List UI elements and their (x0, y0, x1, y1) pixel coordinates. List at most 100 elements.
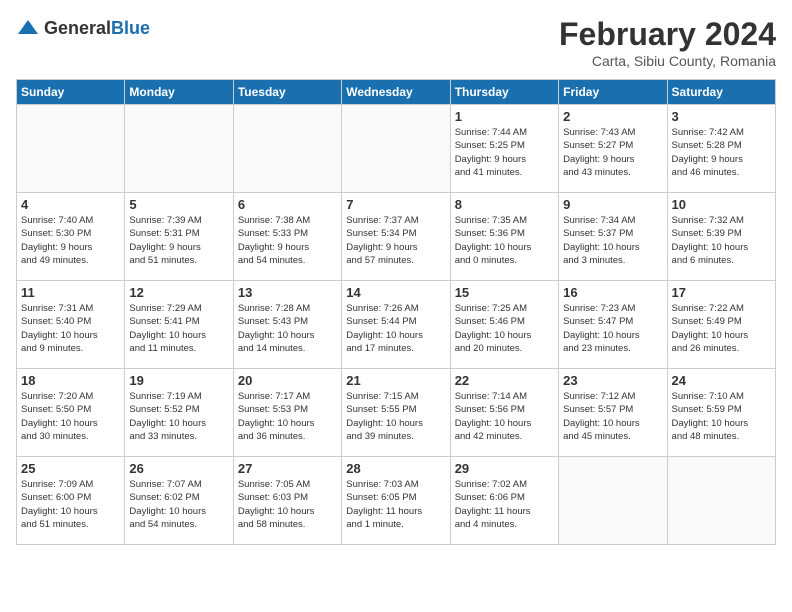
day-number: 5 (129, 197, 228, 212)
day-number: 18 (21, 373, 120, 388)
calendar-cell: 25 Sunrise: 7:09 AM Sunset: 6:00 PM Dayli… (17, 457, 125, 545)
day-number: 25 (21, 461, 120, 476)
day-number: 17 (672, 285, 771, 300)
calendar-header-friday: Friday (559, 80, 667, 105)
day-info: Sunrise: 7:31 AM Sunset: 5:40 PM Dayligh… (21, 302, 120, 355)
calendar-table: SundayMondayTuesdayWednesdayThursdayFrid… (16, 79, 776, 545)
day-info: Sunrise: 7:05 AM Sunset: 6:03 PM Dayligh… (238, 478, 337, 531)
day-number: 12 (129, 285, 228, 300)
calendar-cell: 19Sunrise: 7:19 AM Sunset: 5:52 PM Dayli… (125, 369, 233, 457)
calendar-cell: 22 Sunrise: 7:14 AM Sunset: 5:56 PM Dayli… (450, 369, 558, 457)
header: GeneralBlue February 2024 Carta, Sibiu C… (16, 16, 776, 69)
day-info: Sunrise: 7:44 AM Sunset: 5:25 PM Dayligh… (455, 126, 554, 179)
day-number: 21 (346, 373, 445, 388)
calendar-cell: 6 Sunrise: 7:38 AM Sunset: 5:33 PM Daylig… (233, 193, 341, 281)
calendar-week-1: 1 Sunrise: 7:44 AM Sunset: 5:25 PM Daylig… (17, 105, 776, 193)
day-number: 1 (455, 109, 554, 124)
day-info: Sunrise: 7:38 AM Sunset: 5:33 PM Dayligh… (238, 214, 337, 267)
day-number: 10 (672, 197, 771, 212)
logo: GeneralBlue (16, 16, 150, 40)
calendar-cell: 17 Sunrise: 7:22 AM Sunset: 5:49 PM Dayli… (667, 281, 775, 369)
day-number: 3 (672, 109, 771, 124)
day-info: Sunrise: 7:29 AM Sunset: 5:41 PM Dayligh… (129, 302, 228, 355)
calendar-cell: 3 Sunrise: 7:42 AM Sunset: 5:28 PM Daylig… (667, 105, 775, 193)
calendar-cell: 21 Sunrise: 7:15 AM Sunset: 5:55 PM Dayli… (342, 369, 450, 457)
calendar-week-2: 4 Sunrise: 7:40 AM Sunset: 5:30 PM Daylig… (17, 193, 776, 281)
calendar-cell: 7 Sunrise: 7:37 AM Sunset: 5:34 PM Daylig… (342, 193, 450, 281)
day-number: 19 (129, 373, 228, 388)
calendar-header-wednesday: Wednesday (342, 80, 450, 105)
day-number: 7 (346, 197, 445, 212)
calendar-header-sunday: Sunday (17, 80, 125, 105)
calendar-week-3: 11Sunrise: 7:31 AM Sunset: 5:40 PM Dayli… (17, 281, 776, 369)
logo-text-blue: Blue (111, 18, 150, 38)
day-number: 4 (21, 197, 120, 212)
day-number: 22 (455, 373, 554, 388)
calendar-header-thursday: Thursday (450, 80, 558, 105)
calendar-cell: 27 Sunrise: 7:05 AM Sunset: 6:03 PM Dayli… (233, 457, 341, 545)
title-area: February 2024 Carta, Sibiu County, Roman… (559, 16, 776, 69)
day-info: Sunrise: 7:09 AM Sunset: 6:00 PM Dayligh… (21, 478, 120, 531)
day-number: 23 (563, 373, 662, 388)
calendar-header-tuesday: Tuesday (233, 80, 341, 105)
day-number: 27 (238, 461, 337, 476)
day-info: Sunrise: 7:02 AM Sunset: 6:06 PM Dayligh… (455, 478, 554, 531)
day-info: Sunrise: 7:07 AM Sunset: 6:02 PM Dayligh… (129, 478, 228, 531)
calendar-cell (125, 105, 233, 193)
calendar-cell: 1 Sunrise: 7:44 AM Sunset: 5:25 PM Daylig… (450, 105, 558, 193)
day-info: Sunrise: 7:23 AM Sunset: 5:47 PM Dayligh… (563, 302, 662, 355)
day-info: Sunrise: 7:39 AM Sunset: 5:31 PM Dayligh… (129, 214, 228, 267)
calendar-cell: 29 Sunrise: 7:02 AM Sunset: 6:06 PM Dayli… (450, 457, 558, 545)
day-info: Sunrise: 7:22 AM Sunset: 5:49 PM Dayligh… (672, 302, 771, 355)
calendar-cell: 10 Sunrise: 7:32 AM Sunset: 5:39 PM Dayli… (667, 193, 775, 281)
calendar-cell: 15 Sunrise: 7:25 AM Sunset: 5:46 PM Dayli… (450, 281, 558, 369)
day-number: 16 (563, 285, 662, 300)
day-number: 29 (455, 461, 554, 476)
calendar-week-4: 18 Sunrise: 7:20 AM Sunset: 5:50 PM Dayli… (17, 369, 776, 457)
calendar-cell: 14Sunrise: 7:26 AM Sunset: 5:44 PM Dayli… (342, 281, 450, 369)
day-number: 8 (455, 197, 554, 212)
day-number: 24 (672, 373, 771, 388)
calendar-cell: 24Sunrise: 7:10 AM Sunset: 5:59 PM Dayli… (667, 369, 775, 457)
calendar-week-5: 25 Sunrise: 7:09 AM Sunset: 6:00 PM Dayli… (17, 457, 776, 545)
day-info: Sunrise: 7:17 AM Sunset: 5:53 PM Dayligh… (238, 390, 337, 443)
calendar-cell: 8Sunrise: 7:35 AM Sunset: 5:36 PM Daylig… (450, 193, 558, 281)
day-info: Sunrise: 7:25 AM Sunset: 5:46 PM Dayligh… (455, 302, 554, 355)
calendar-cell: 16 Sunrise: 7:23 AM Sunset: 5:47 PM Dayli… (559, 281, 667, 369)
calendar-body: 1 Sunrise: 7:44 AM Sunset: 5:25 PM Daylig… (17, 105, 776, 545)
day-info: Sunrise: 7:14 AM Sunset: 5:56 PM Dayligh… (455, 390, 554, 443)
subtitle: Carta, Sibiu County, Romania (559, 53, 776, 69)
day-number: 6 (238, 197, 337, 212)
calendar-cell: 23 Sunrise: 7:12 AM Sunset: 5:57 PM Dayli… (559, 369, 667, 457)
calendar-cell: 28Sunrise: 7:03 AM Sunset: 6:05 PM Dayli… (342, 457, 450, 545)
day-info: Sunrise: 7:42 AM Sunset: 5:28 PM Dayligh… (672, 126, 771, 179)
calendar-cell: 9 Sunrise: 7:34 AM Sunset: 5:37 PM Daylig… (559, 193, 667, 281)
calendar-cell: 4 Sunrise: 7:40 AM Sunset: 5:30 PM Daylig… (17, 193, 125, 281)
calendar-cell: 20Sunrise: 7:17 AM Sunset: 5:53 PM Dayli… (233, 369, 341, 457)
day-number: 2 (563, 109, 662, 124)
day-info: Sunrise: 7:40 AM Sunset: 5:30 PM Dayligh… (21, 214, 120, 267)
calendar-cell: 5 Sunrise: 7:39 AM Sunset: 5:31 PM Daylig… (125, 193, 233, 281)
calendar-cell (342, 105, 450, 193)
calendar-cell: 2Sunrise: 7:43 AM Sunset: 5:27 PM Daylig… (559, 105, 667, 193)
day-info: Sunrise: 7:12 AM Sunset: 5:57 PM Dayligh… (563, 390, 662, 443)
calendar-cell (233, 105, 341, 193)
calendar-cell (667, 457, 775, 545)
day-number: 13 (238, 285, 337, 300)
logo-text-general: General (44, 18, 111, 38)
day-info: Sunrise: 7:28 AM Sunset: 5:43 PM Dayligh… (238, 302, 337, 355)
day-info: Sunrise: 7:03 AM Sunset: 6:05 PM Dayligh… (346, 478, 445, 531)
day-number: 15 (455, 285, 554, 300)
day-info: Sunrise: 7:34 AM Sunset: 5:37 PM Dayligh… (563, 214, 662, 267)
day-info: Sunrise: 7:15 AM Sunset: 5:55 PM Dayligh… (346, 390, 445, 443)
calendar-cell (559, 457, 667, 545)
day-info: Sunrise: 7:37 AM Sunset: 5:34 PM Dayligh… (346, 214, 445, 267)
day-info: Sunrise: 7:32 AM Sunset: 5:39 PM Dayligh… (672, 214, 771, 267)
logo-icon (16, 16, 40, 40)
day-number: 14 (346, 285, 445, 300)
calendar-cell: 11Sunrise: 7:31 AM Sunset: 5:40 PM Dayli… (17, 281, 125, 369)
day-number: 9 (563, 197, 662, 212)
calendar-header-monday: Monday (125, 80, 233, 105)
calendar-cell (17, 105, 125, 193)
day-info: Sunrise: 7:20 AM Sunset: 5:50 PM Dayligh… (21, 390, 120, 443)
